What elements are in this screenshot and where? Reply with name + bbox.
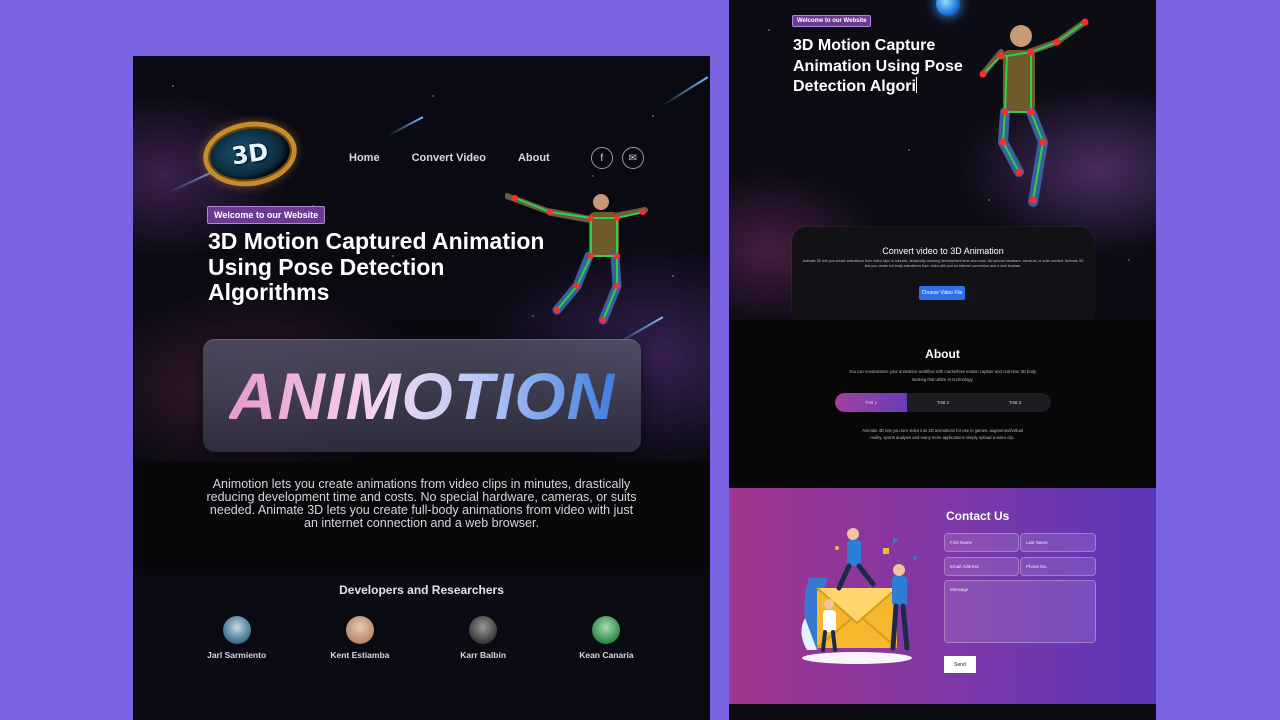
email-field[interactable]: Email Address bbox=[944, 557, 1019, 576]
welcome-badge: Welcome to our Website bbox=[207, 206, 326, 224]
jumping-person-pose-illustration bbox=[505, 193, 648, 325]
facebook-icon[interactable]: f bbox=[590, 147, 613, 169]
nav-home[interactable]: Home bbox=[349, 152, 380, 164]
full-page-preview: Welcome to our Website 3D Motion Capture… bbox=[729, 0, 1156, 720]
landing-page-preview: 3D Home Convert Video About f ✉ Welcome … bbox=[133, 56, 710, 720]
convert-description: Animate 3D lets you create animations fr… bbox=[802, 259, 1084, 268]
choose-video-file-button[interactable]: Choose Video File bbox=[919, 286, 965, 300]
about-description: You can revolutionize your animation wor… bbox=[848, 369, 1037, 382]
tab-2[interactable]: TAB 2 bbox=[907, 393, 979, 412]
contact-title: Contact Us bbox=[946, 509, 1010, 523]
developer-name: Kean Canaria bbox=[579, 650, 634, 660]
about-section: About You can revolutionize your animati… bbox=[729, 320, 1156, 488]
avatar bbox=[469, 616, 498, 644]
message-field[interactable]: Message bbox=[944, 580, 1096, 643]
email-icon[interactable]: ✉ bbox=[621, 147, 644, 169]
developer-card: Jarl Sarmiento bbox=[187, 616, 287, 660]
developer-name: Jarl Sarmiento bbox=[207, 650, 267, 660]
tab-content: Animate 3D lets you turn video into 3D a… bbox=[862, 428, 1023, 441]
tab-1[interactable]: TAB 1 bbox=[835, 393, 907, 412]
nav-about[interactable]: About bbox=[518, 152, 550, 164]
contact-section: Contact Us First Name Last Name Email Ad… bbox=[729, 488, 1156, 704]
avatar bbox=[592, 616, 621, 644]
typing-cursor bbox=[915, 77, 917, 93]
phone-field[interactable]: Phone No. bbox=[1020, 557, 1096, 576]
about-tabs: TAB 1 TAB 2 TAB 3 bbox=[835, 393, 1051, 412]
main-nav: Home Convert Video About f ✉ bbox=[349, 147, 644, 169]
convert-video-card: Convert video to 3D Animation Animate 3D… bbox=[792, 227, 1094, 323]
hero-title: 3D Motion Capture Animation Using Pose D… bbox=[793, 36, 993, 98]
tab-3[interactable]: TAB 3 bbox=[979, 393, 1051, 412]
intro-description: Animotion lets you create animations fro… bbox=[206, 477, 637, 530]
brand-banner: ANIMOTION bbox=[203, 339, 641, 452]
avatar bbox=[345, 616, 374, 644]
about-title: About bbox=[925, 347, 960, 361]
developer-name: Kent Estiamba bbox=[330, 650, 390, 660]
send-button[interactable]: Send bbox=[944, 656, 976, 673]
brand-wordmark: ANIMOTION bbox=[228, 358, 616, 433]
jumping-person-pose-illustration bbox=[979, 18, 1089, 207]
developer-card: Kean Canaria bbox=[556, 616, 656, 660]
developers-list: Jarl Sarmiento Kent Estiamba Karr Balbin… bbox=[133, 616, 710, 660]
nav-convert-video[interactable]: Convert Video bbox=[412, 152, 486, 164]
convert-title: Convert video to 3D Animation bbox=[882, 246, 1004, 256]
logo-text: 3D bbox=[229, 137, 271, 171]
developer-card: Kent Estiamba bbox=[310, 616, 410, 660]
developer-card: Karr Balbin bbox=[433, 616, 533, 660]
contact-illustration bbox=[801, 528, 917, 664]
first-name-field[interactable]: First Name bbox=[944, 533, 1019, 552]
developers-heading: Developers and Researchers bbox=[339, 583, 504, 597]
welcome-badge: Welcome to our Website bbox=[792, 15, 872, 27]
footer bbox=[729, 704, 1156, 720]
developer-name: Karr Balbin bbox=[460, 650, 507, 660]
avatar bbox=[222, 616, 251, 644]
hero-title-text: 3D Motion Capture Animation Using Pose D… bbox=[793, 37, 963, 95]
last-name-field[interactable]: Last Name bbox=[1020, 533, 1096, 552]
